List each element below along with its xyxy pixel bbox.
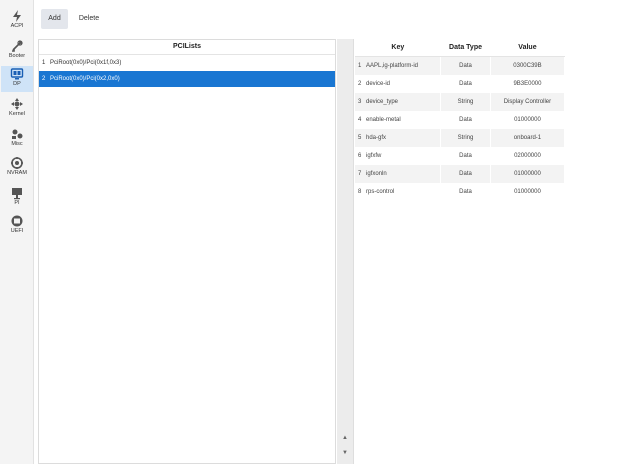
- misc-icon: [1, 127, 33, 141]
- value-cell[interactable]: 01000000: [490, 165, 566, 183]
- properties-table: Key Data Type Value 1 AAPL,ig-platform-id…: [355, 39, 566, 201]
- key-text: AAPL,ig-platform-id: [366, 63, 419, 69]
- nvram-icon: [1, 156, 33, 170]
- key-text: rps-control: [366, 189, 395, 195]
- platforminfo-icon: [1, 186, 33, 200]
- key-text: device-id: [366, 81, 391, 87]
- value-cell[interactable]: 01000000: [490, 183, 566, 201]
- table-row[interactable]: 2 device-id Data 9B3E0000: [355, 75, 566, 93]
- sidebar-item-acpi[interactable]: ACPI: [1, 8, 33, 34]
- uefi-icon: [1, 214, 33, 228]
- type-cell[interactable]: Data: [440, 111, 491, 129]
- type-cell[interactable]: Data: [440, 165, 491, 183]
- sidebar-item-label: UEFI: [10, 228, 24, 234]
- column-header-value[interactable]: Value: [490, 39, 565, 57]
- row-index: 8: [358, 189, 362, 195]
- sidebar-item-misc[interactable]: Misc: [1, 126, 33, 152]
- value-cell[interactable]: 0300C39B: [490, 56, 566, 75]
- app-window: ACPI Booter DP Kernel Misc NVRAM PI UEFI…: [0, 0, 636, 464]
- row-index: 2: [358, 81, 362, 87]
- pci-list-row[interactable]: 1 PciRoot(0x0)/Pci(0x1f,0x3): [39, 55, 335, 71]
- key-text: device_type: [366, 99, 399, 105]
- sidebar-item-label: ACPI: [10, 23, 24, 29]
- lightning-icon: [1, 9, 33, 23]
- sidebar-item-uefi[interactable]: UEFI: [1, 213, 33, 239]
- toolbar: Add Delete: [34, 0, 636, 38]
- add-button[interactable]: Add: [41, 9, 68, 29]
- type-cell[interactable]: Data: [440, 147, 491, 165]
- type-cell[interactable]: String: [440, 93, 491, 111]
- tools-icon: [1, 39, 33, 53]
- delete-button[interactable]: Delete: [74, 9, 104, 29]
- table-row[interactable]: 7 igfxonln Data 01000000: [355, 165, 566, 183]
- value-cell[interactable]: onboard-1: [490, 129, 566, 147]
- key-text: igfxfw: [366, 153, 382, 159]
- row-index: 1: [42, 60, 46, 66]
- column-header-type[interactable]: Data Type: [440, 39, 491, 57]
- key-cell[interactable]: 5 hda-gfx: [355, 129, 442, 147]
- key-cell[interactable]: 1 AAPL,ig-platform-id: [355, 56, 442, 75]
- row-index: 2: [42, 76, 46, 82]
- key-text: hda-gfx: [366, 135, 387, 141]
- display-icon: [1, 67, 33, 81]
- sidebar-item-label: Misc: [11, 141, 23, 147]
- sidebar-item-pi[interactable]: PI: [1, 185, 33, 211]
- key-text: enable-metal: [366, 117, 401, 123]
- key-cell[interactable]: 3 device_type: [355, 93, 442, 111]
- table-row[interactable]: 3 device_type String Display Controller: [355, 93, 566, 111]
- sidebar-item-kernel[interactable]: Kernel: [1, 96, 33, 122]
- sidebar-item-label: NVRAM: [7, 170, 27, 176]
- pci-list-panel: PCILists 1 PciRoot(0x0)/Pci(0x1f,0x3) 2 Pc…: [38, 39, 336, 464]
- type-cell[interactable]: Data: [440, 183, 491, 201]
- value-cell[interactable]: 9B3E0000: [490, 75, 566, 93]
- key-cell[interactable]: 4 enable-metal: [355, 111, 442, 129]
- value-cell[interactable]: Display Controller: [490, 93, 566, 111]
- key-cell[interactable]: 2 device-id: [355, 75, 442, 93]
- key-cell[interactable]: 6 igfxfw: [355, 147, 442, 165]
- row-index: 5: [358, 135, 362, 141]
- sidebar-item-label: Booter: [8, 53, 26, 59]
- panel-splitter[interactable]: ▲ ▼: [337, 39, 354, 464]
- sidebar-item-label: PI: [14, 200, 20, 206]
- table-row[interactable]: 6 igfxfw Data 02000000: [355, 147, 566, 165]
- column-header-key[interactable]: Key: [355, 39, 441, 57]
- table-row[interactable]: 1 AAPL,ig-platform-id Data 0300C39B: [355, 56, 566, 75]
- scroll-up-arrow-icon[interactable]: ▲: [340, 434, 350, 443]
- sidebar-item-label: DP: [13, 81, 21, 87]
- type-cell[interactable]: String: [440, 129, 491, 147]
- key-cell[interactable]: 7 igfxonln: [355, 165, 442, 183]
- row-index: 1: [358, 63, 362, 69]
- type-cell[interactable]: Data: [440, 56, 491, 75]
- pci-path: PciRoot(0x0)/Pci(0x1f,0x3): [50, 60, 122, 66]
- table-row[interactable]: 5 hda-gfx String onboard-1: [355, 129, 566, 147]
- pci-list-header: PCILists: [39, 40, 335, 55]
- sidebar-item-label: Kernel: [9, 111, 25, 117]
- kernel-icon: [1, 97, 33, 111]
- table-row[interactable]: 4 enable-metal Data 01000000: [355, 111, 566, 129]
- sidebar-item-dp[interactable]: DP: [1, 66, 33, 92]
- table-row[interactable]: 8 rps-control Data 01000000: [355, 183, 566, 201]
- pci-path: PciRoot(0x0)/Pci(0x2,0x0): [50, 76, 120, 82]
- sidebar: ACPI Booter DP Kernel Misc NVRAM PI UEFI: [0, 0, 34, 464]
- pci-list-row-selected[interactable]: 2 PciRoot(0x0)/Pci(0x2,0x0): [39, 71, 335, 87]
- scroll-down-arrow-icon[interactable]: ▼: [340, 449, 350, 458]
- sidebar-item-nvram[interactable]: NVRAM: [1, 155, 33, 181]
- row-index: 7: [358, 171, 362, 177]
- type-cell[interactable]: Data: [440, 75, 491, 93]
- sidebar-item-booter[interactable]: Booter: [1, 38, 33, 64]
- row-index: 4: [358, 117, 362, 123]
- key-cell[interactable]: 8 rps-control: [355, 183, 442, 201]
- row-index: 6: [358, 153, 362, 159]
- value-cell[interactable]: 02000000: [490, 147, 566, 165]
- row-index: 3: [358, 99, 362, 105]
- key-text: igfxonln: [366, 171, 387, 177]
- value-cell[interactable]: 01000000: [490, 111, 566, 129]
